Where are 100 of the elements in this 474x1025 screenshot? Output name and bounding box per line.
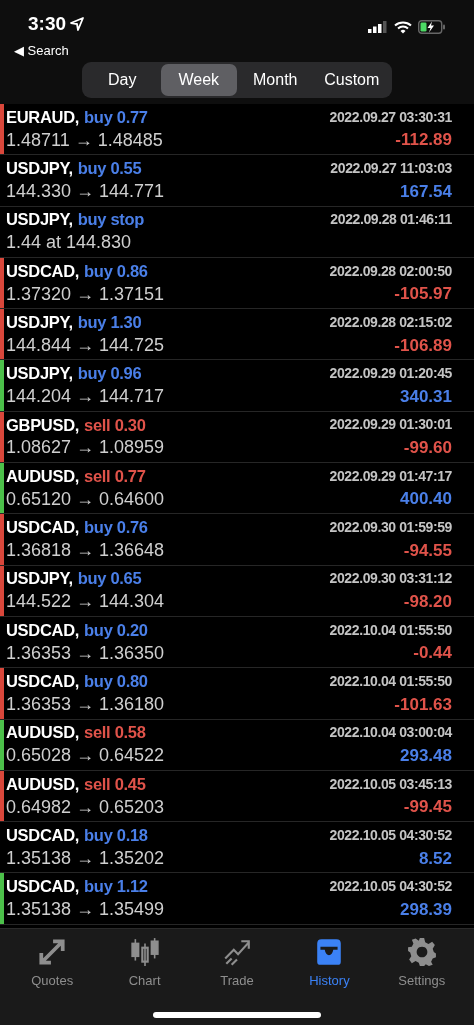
order-type: buy stop xyxy=(77,209,145,231)
symbol: USDJPY, xyxy=(6,158,73,180)
profit-value: -98.20 xyxy=(403,591,452,614)
price-change: 1.36353 → 1.36180 xyxy=(6,692,165,716)
deal-row[interactable]: AUDUSD, sell 0.45 2022.10.05 03:45:13 0.64982 → 0.65203 -99.45 xyxy=(0,770,474,823)
price-change: 144.522 → 144.304 xyxy=(6,590,165,614)
order-type: sell 0.45 xyxy=(84,773,146,795)
deal-row[interactable]: USDJPY, buy 0.55 2022.09.27 11:03:03 144.330 → 144.771 167.54 xyxy=(0,155,474,207)
price-change: 0.64982 → 0.65203 xyxy=(6,795,165,819)
profit-value: -99.45 xyxy=(403,796,452,819)
deal-row[interactable]: AUDUSD, sell 0.58 2022.10.04 03:00:04 0.65028 → 0.64522 293.48 xyxy=(0,719,474,771)
deal-time: 2022.10.05 03:45:13 xyxy=(329,774,452,794)
profit-value: -94.55 xyxy=(403,539,452,562)
order-type: buy 0.18 xyxy=(84,824,148,846)
deal-row[interactable]: AUDUSD, sell 0.77 2022.09.29 01:47:17 0.65120 → 0.64600 400.40 xyxy=(0,463,474,515)
order-type: buy 0.80 xyxy=(84,671,148,693)
deal-time: 2022.09.29 01:47:17 xyxy=(329,466,452,486)
deal-time: 2022.09.30 01:59:59 xyxy=(329,518,452,537)
deal-time: 2022.10.05 04:30:52 xyxy=(329,877,452,897)
back-link[interactable]: ◀ Search xyxy=(14,40,85,60)
period-tab[interactable]: Day xyxy=(84,64,161,96)
deal-time: 2022.09.27 11:03:03 xyxy=(330,158,452,178)
deal-row[interactable]: USDCAD, buy 0.20 2022.10.04 01:55:50 1.36353 → 1.36350 -0.44 xyxy=(0,616,474,669)
price-change: 1.36353 → 1.36350 xyxy=(6,641,165,665)
battery-charging-icon xyxy=(418,20,446,34)
profit-value: -0.44 xyxy=(413,642,452,665)
tab-bar-item[interactable]: Chart xyxy=(98,934,191,991)
symbol: USDJPY, xyxy=(6,209,73,231)
deal-row[interactable]: EURAUD, buy 0.77 2022.09.27 03:30:31 1.48711 → 1.48485 -112.89 xyxy=(0,104,474,156)
price-change: 1.36818 → 1.36648 xyxy=(6,539,165,562)
profit-value: -112.89 xyxy=(395,129,452,152)
price-change: 1.08627 → 1.08959 xyxy=(6,436,165,460)
order-type: buy 0.55 xyxy=(77,158,142,180)
price-change: 1.37320 → 1.37151 xyxy=(6,282,165,306)
symbol: USDCAD, xyxy=(6,619,80,641)
profit-value: -105.97 xyxy=(394,283,452,306)
order-type: sell 0.30 xyxy=(84,414,146,436)
deal-time: 2022.10.04 01:55:50 xyxy=(329,620,452,640)
deal-row[interactable]: USDJPY, buy stop 2022.09.28 01:46:11 1.44 at 144.830 xyxy=(0,206,474,258)
symbol: USDCAD, xyxy=(6,517,80,539)
tab-bar-item[interactable]: Trade xyxy=(190,934,284,991)
clock-time: 3:30 xyxy=(28,12,67,36)
symbol: AUDUSD, xyxy=(6,722,80,744)
profit-value: -106.89 xyxy=(394,334,452,357)
order-type: buy 0.20 xyxy=(84,619,148,641)
deal-row[interactable]: GBPUSD, sell 0.30 2022.09.29 01:30:01 1.08627 → 1.08959 -99.60 xyxy=(0,411,474,464)
profit-value: 400.40 xyxy=(400,488,452,511)
price-change: 144.204 → 144.717 xyxy=(6,385,165,409)
symbol: USDCAD, xyxy=(6,876,80,898)
deal-time: 2022.10.04 03:00:04 xyxy=(329,723,452,743)
price-change: 144.330 → 144.771 xyxy=(6,179,165,203)
period-tab[interactable]: Week xyxy=(160,64,237,96)
symbol: USDJPY, xyxy=(6,568,73,590)
deal-row[interactable]: USDJPY, buy 1.30 2022.09.28 02:15:02 144.844 → 144.725 -106.89 xyxy=(0,309,474,361)
deal-row[interactable]: USDCAD, buy 0.86 2022.09.28 02:00:50 1.37320 → 1.37151 -105.97 xyxy=(0,257,474,310)
tab-bar-item[interactable]: History xyxy=(283,934,376,991)
profit-value: 167.54 xyxy=(400,180,452,203)
price-change: 1.35138 → 1.35202 xyxy=(6,846,165,870)
order-type: sell 0.77 xyxy=(84,465,146,487)
deal-time: 2022.09.28 02:00:50 xyxy=(329,261,452,281)
settings-icon xyxy=(406,937,437,967)
symbol: GBPUSD, xyxy=(6,414,80,436)
tab-bar-item[interactable]: Quotes xyxy=(6,934,99,991)
order-type: buy 0.86 xyxy=(84,260,148,282)
deal-row[interactable]: USDJPY, buy 0.96 2022.09.29 01:20:45 144.204 → 144.717 340.31 xyxy=(0,360,474,412)
deal-time: 2022.10.04 01:55:50 xyxy=(329,671,452,691)
deal-row[interactable]: USDCAD, buy 0.76 2022.09.30 01:59:59 1.36818 → 1.36648 -94.55 xyxy=(0,514,474,566)
period-tab[interactable]: Month xyxy=(237,64,314,96)
deal-row[interactable]: USDCAD, buy 0.18 2022.10.05 04:30:52 1.35138 → 1.35202 8.52 xyxy=(0,822,474,874)
signal-icon xyxy=(368,21,388,33)
order-type: buy 1.12 xyxy=(84,876,148,898)
profit-value: 340.31 xyxy=(400,385,452,408)
price-change: 1.48711 → 1.48485 xyxy=(6,128,163,152)
profit-value: 293.48 xyxy=(400,744,452,767)
deal-row[interactable]: USDCAD, buy 0.80 2022.10.04 01:55:50 1.36353 → 1.36180 -101.63 xyxy=(0,668,474,720)
tab-bar-item[interactable]: Settings xyxy=(375,934,469,991)
deal-row[interactable]: USDJPY, buy 0.65 2022.09.30 03:31:12 144.522 → 144.304 -98.20 xyxy=(0,565,474,617)
order-type: buy 0.76 xyxy=(84,517,148,539)
deal-time: 2022.09.29 01:30:01 xyxy=(329,415,452,435)
price-change: 144.844 → 144.725 xyxy=(6,333,165,357)
deal-time: 2022.09.28 02:15:02 xyxy=(329,312,452,332)
symbol: USDCAD, xyxy=(6,671,80,693)
order-type: sell 0.58 xyxy=(84,722,146,744)
symbol: USDJPY, xyxy=(6,311,73,333)
price-change: 1.44 at 144.830 xyxy=(6,231,132,255)
price-change: 1.35138 → 1.35499 xyxy=(6,898,165,922)
symbol: USDCAD, xyxy=(6,260,80,282)
order-type: buy 0.96 xyxy=(77,363,142,385)
deal-time: 2022.09.27 03:30:31 xyxy=(329,107,452,127)
price-change: 0.65120 → 0.64600 xyxy=(6,487,165,511)
deal-time: 2022.09.29 01:20:45 xyxy=(329,364,452,384)
order-type: buy 0.65 xyxy=(77,568,142,590)
symbol: USDJPY, xyxy=(6,363,73,385)
symbol: EURAUD, xyxy=(6,106,80,128)
deal-row[interactable]: USDCAD, buy 1.12 2022.10.05 04:30:52 1.35138 → 1.35499 298.39 xyxy=(0,873,474,925)
profit-value: 8.52 xyxy=(418,847,452,870)
order-type: buy 1.30 xyxy=(77,311,142,333)
profit-value: 298.39 xyxy=(400,898,452,921)
price-change: 0.65028 → 0.64522 xyxy=(6,744,165,768)
period-tab[interactable]: Custom xyxy=(313,64,390,96)
